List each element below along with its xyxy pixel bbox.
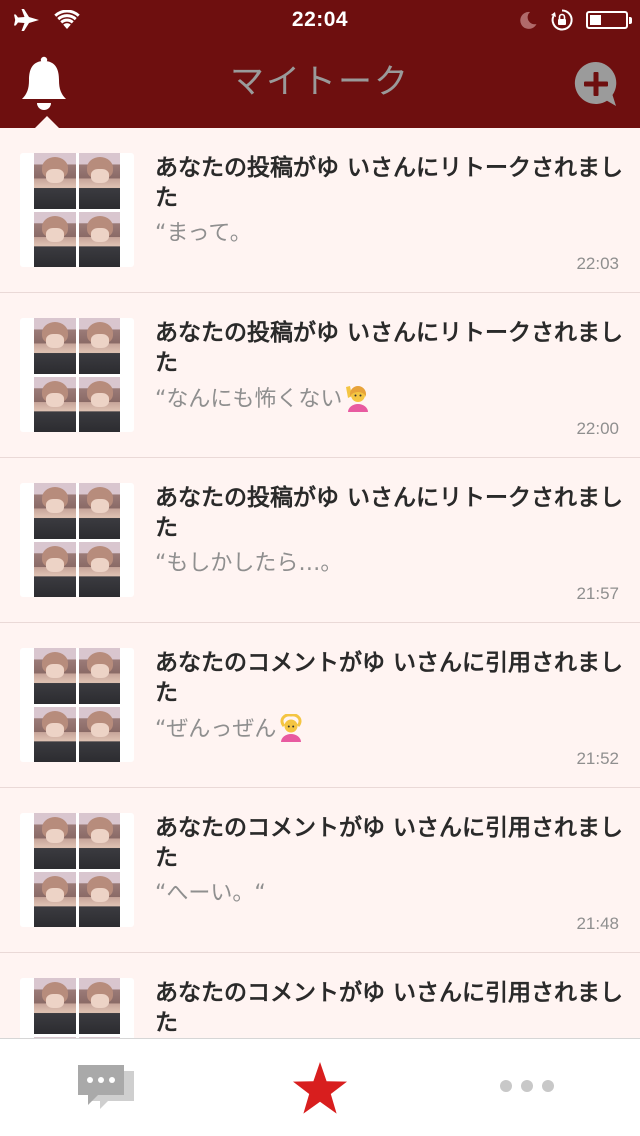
avatar-photo-grid: [34, 978, 120, 1038]
avatar-photo-tile: [34, 706, 76, 762]
avatar-photo-tile: [78, 153, 120, 209]
notification-title: あなたの投稿がゆ いさんにリトークされました: [155, 320, 624, 376]
page-title: マイトーク: [230, 62, 410, 102]
avatar-photo-tile: [78, 813, 120, 869]
user-avatar[interactable]: [20, 318, 134, 432]
quote-text: “もしかしたら…。: [155, 551, 343, 576]
notification-list[interactable]: あなたの投稿がゆ いさんにリトークされました “まって。 22:03 あなたの投…: [0, 128, 640, 1038]
avatar-photo-tile: [34, 153, 76, 209]
avatar-photo-tile: [34, 648, 76, 704]
avatar-photo-tile: [78, 376, 120, 432]
tab-my-talk[interactable]: [292, 1061, 348, 1115]
notification-title: あなたの投稿がゆ いさんにリトークされました: [155, 485, 624, 541]
quote-text: “へーい。“: [155, 881, 266, 906]
notification-item[interactable]: あなたの投稿がゆ いさんにリトークされました “まって。 22:03: [0, 128, 640, 293]
notification-time: 21:52: [576, 749, 619, 768]
notification-quote: “ぜんっぜん: [155, 714, 615, 745]
notification-quote: “もしかしたら…。: [155, 549, 615, 579]
avatar-photo-tile: [34, 376, 76, 432]
more-dots-icon: [521, 1080, 533, 1092]
quote-text: “ぜんっぜん: [155, 717, 277, 742]
moon-icon: [520, 11, 537, 29]
tab-bar: [0, 1038, 640, 1136]
notification-item[interactable]: あなたのコメントがゆ いさんに引用されました: [0, 953, 640, 1038]
user-avatar[interactable]: [20, 153, 134, 267]
notification-time: 22:03: [576, 254, 619, 273]
avatar-photo-tile: [34, 978, 76, 1034]
notification-title: あなたのコメントがゆ いさんに引用されました: [155, 650, 624, 706]
avatar-photo-tile: [78, 978, 120, 1034]
avatar-photo-tile: [78, 483, 120, 539]
orientation-lock-icon: [551, 9, 573, 31]
avatar-photo-grid: [34, 318, 120, 432]
notification-title: あなたの投稿がゆ いさんにリトークされました: [155, 155, 624, 211]
quote-text: “なんにも怖くない: [155, 387, 343, 412]
avatar-photo-tile: [78, 211, 120, 267]
notification-time: 21:48: [576, 914, 619, 933]
battery-level: [590, 15, 601, 25]
notification-title: あなたのコメントがゆ いさんに引用されました: [155, 980, 624, 1036]
notification-quote: “へーい。“: [155, 879, 615, 909]
avatar-photo-tile: [78, 648, 120, 704]
quote-text: “まって。: [155, 221, 252, 246]
avatar-photo-tile: [34, 813, 76, 869]
battery-icon: [586, 11, 632, 29]
avatar-photo-tile: [34, 871, 76, 927]
new-talk-button[interactable]: [572, 60, 620, 108]
user-avatar[interactable]: [20, 648, 134, 762]
notification-time: 21:57: [576, 584, 619, 603]
avatar-photo-tile: [34, 211, 76, 267]
status-bar: 22:04: [0, 0, 640, 40]
avatar-photo-tile: [78, 706, 120, 762]
avatar-photo-grid: [34, 153, 120, 267]
avatar-photo-grid: [34, 813, 120, 927]
avatar-photo-tile: [78, 541, 120, 597]
tab-talks[interactable]: [76, 1063, 136, 1113]
notification-item[interactable]: あなたの投稿がゆ いさんにリトークされました “なんにも怖くない 22:00: [0, 293, 640, 458]
status-right: [518, 6, 632, 34]
user-avatar[interactable]: [20, 978, 134, 1038]
avatar-photo-tile: [34, 318, 76, 374]
avatar-photo-grid: [34, 483, 120, 597]
avatar-photo-tile: [78, 871, 120, 927]
notification-quote: “なんにも怖くない: [155, 384, 615, 415]
notification-item[interactable]: あなたの投稿がゆ いさんにリトークされました “もしかしたら…。 21:57: [0, 458, 640, 623]
notification-quote: “まって。: [155, 219, 615, 249]
notification-time: 22:00: [576, 419, 619, 438]
add-comment-icon: [574, 61, 617, 106]
notification-title: あなたのコメントがゆ いさんに引用されました: [155, 815, 624, 871]
user-avatar[interactable]: [20, 813, 134, 927]
notification-item[interactable]: あなたのコメントがゆ いさんに引用されました “へーい。“ 21:48: [0, 788, 640, 953]
avatar-photo-grid: [34, 648, 120, 762]
avatar-photo-tile: [78, 318, 120, 374]
tab-more[interactable]: [500, 1075, 562, 1097]
star-icon: [293, 1062, 347, 1114]
person-gesturing-ok-emoji-icon: [278, 714, 304, 742]
chat-bubbles-icon: [78, 1065, 134, 1109]
notification-item[interactable]: あなたのコメントがゆ いさんに引用されました “ぜんっぜん 21:52: [0, 623, 640, 788]
more-dots-icon: [542, 1080, 554, 1092]
avatar-photo-tile: [34, 483, 76, 539]
more-dots-icon: [500, 1080, 512, 1092]
person-raising-hand-emoji-icon: [344, 384, 370, 412]
avatar-photo-tile: [34, 541, 76, 597]
user-avatar[interactable]: [20, 483, 134, 597]
navigation-bar: マイトーク: [0, 40, 640, 129]
